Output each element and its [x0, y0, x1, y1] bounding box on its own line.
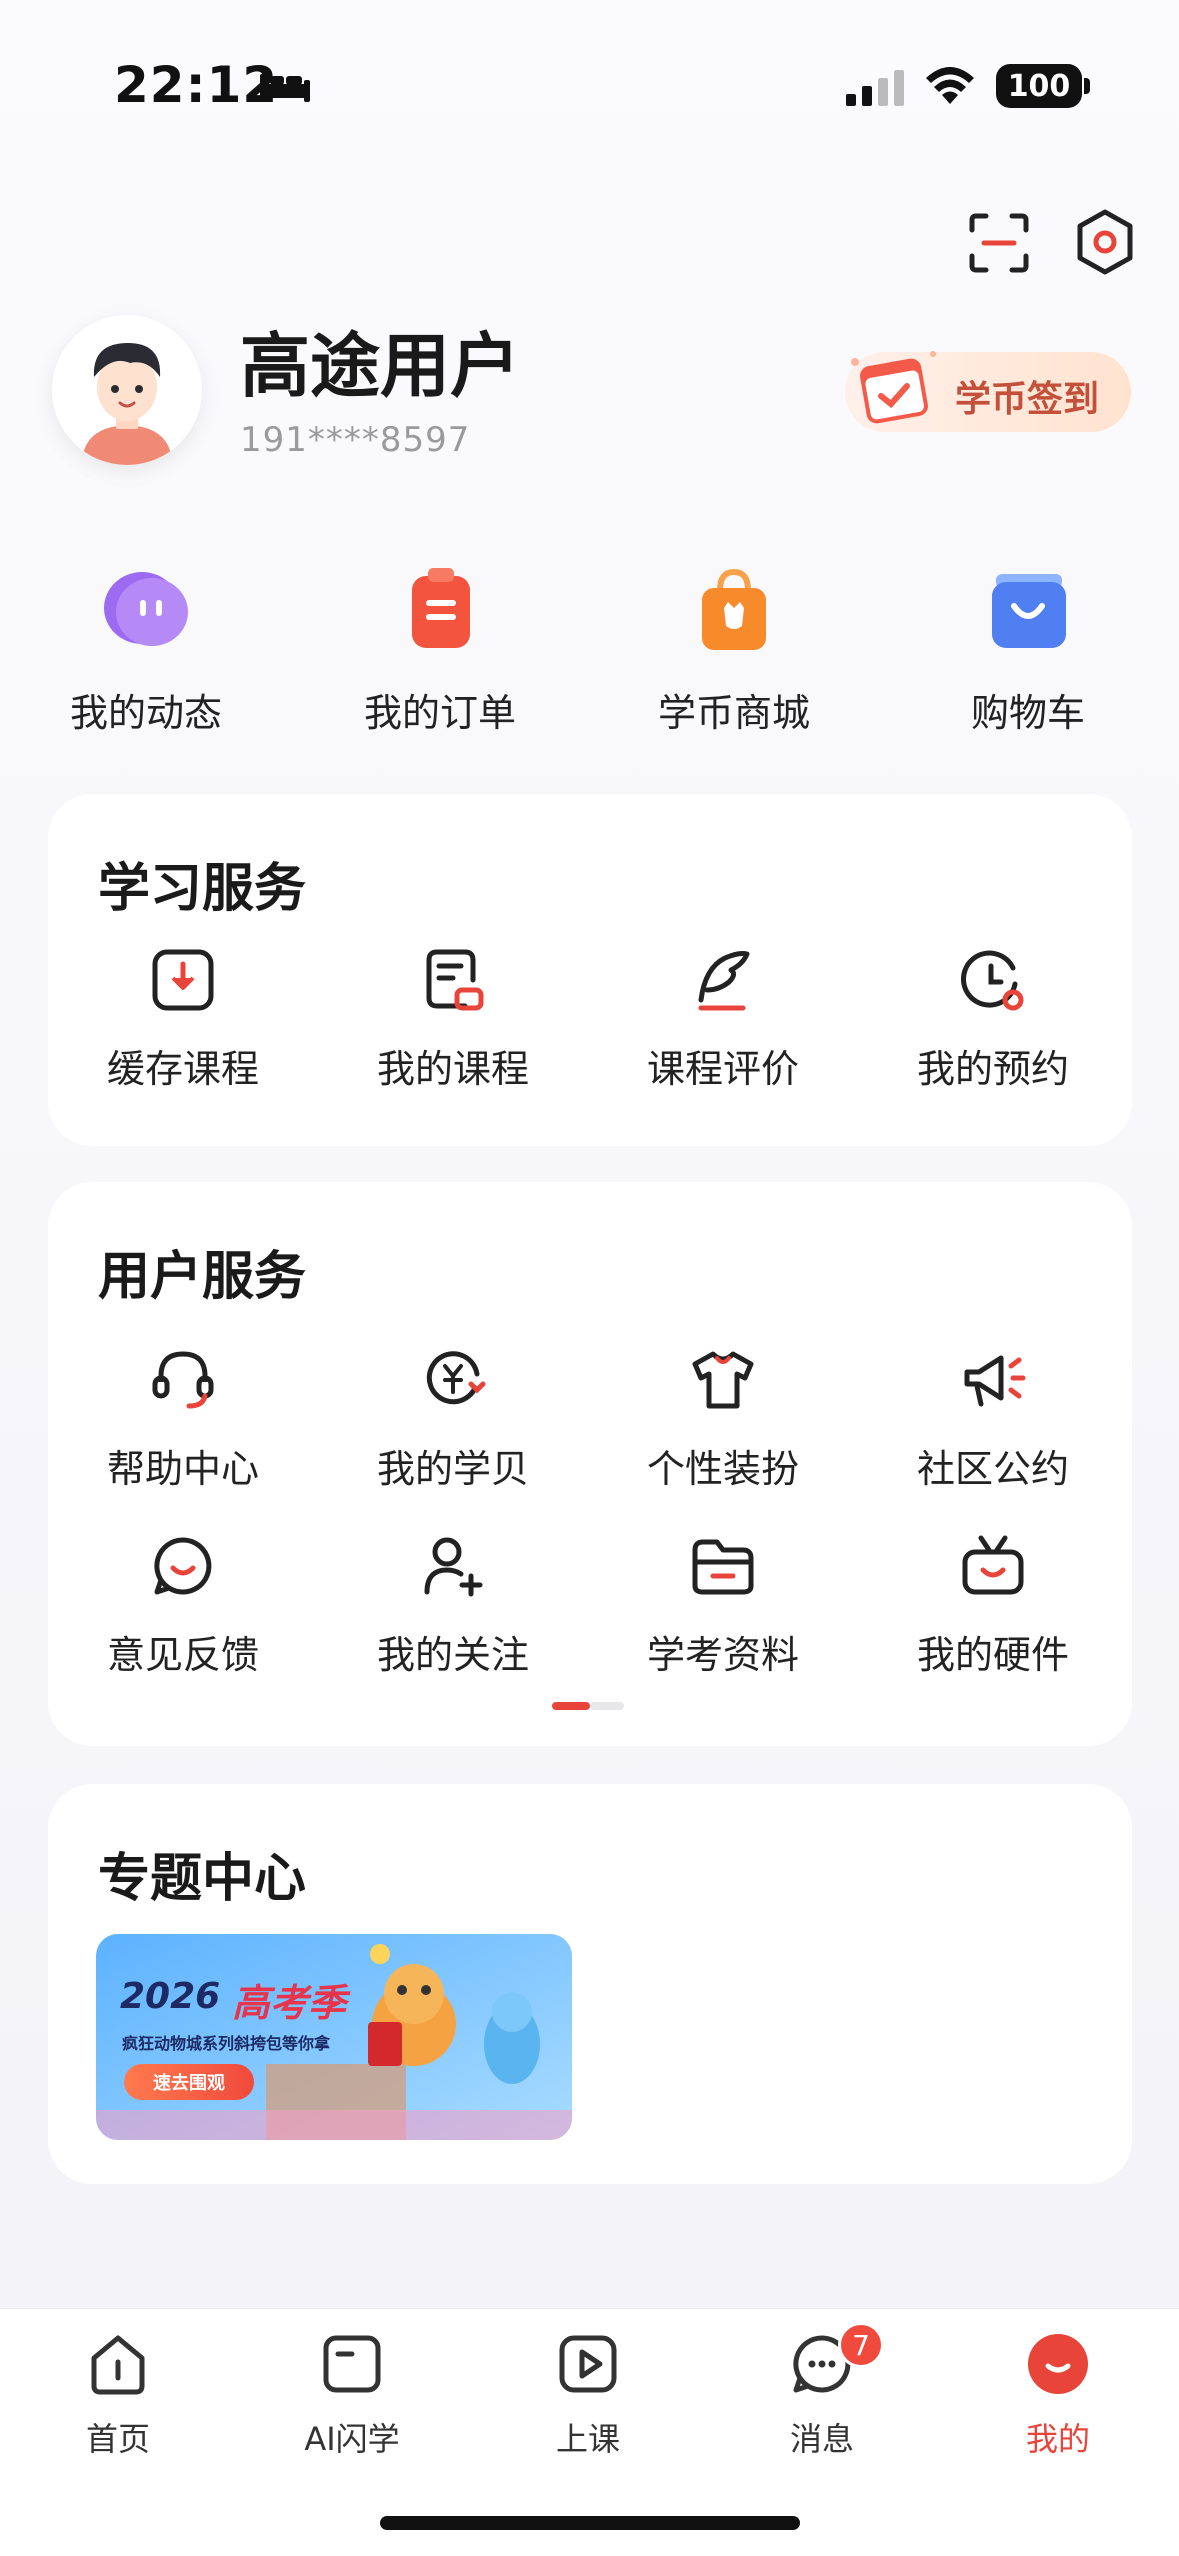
user-item-label: 我的学贝 — [376, 1447, 529, 1491]
banner-year: 2026 — [120, 1976, 221, 2017]
quick-action-label: 我的订单 — [363, 691, 516, 735]
order-clipboard-icon — [412, 568, 470, 648]
user-item-xuebei[interactable]: 我的学贝 — [318, 1344, 588, 1493]
yen-coin-icon — [426, 1351, 486, 1405]
user-plus-icon — [424, 1537, 483, 1597]
banner-cta-button[interactable]: 速去围观 — [124, 2064, 254, 2100]
study-item-cached-courses[interactable]: 缓存课程 — [48, 944, 318, 1093]
user-item-label: 个性装扮 — [646, 1447, 799, 1491]
status-time: 22:12 — [114, 56, 279, 114]
user-item-exam-materials[interactable]: 学考资料 — [588, 1530, 858, 1679]
course-doc-icon — [426, 949, 484, 1011]
headset-icon — [152, 1351, 214, 1409]
study-services-title: 学习服务 — [98, 859, 307, 919]
tab-label: 我的 — [1025, 2420, 1090, 2458]
study-item-label: 我的课程 — [376, 1047, 529, 1091]
settings-gear-icon[interactable] — [1074, 208, 1136, 276]
sleep-focus-icon — [260, 74, 310, 102]
tshirt-icon — [692, 1351, 754, 1409]
clock-icon — [960, 950, 1024, 1011]
tab-label: AI闪学 — [304, 2420, 400, 2458]
gaokao-banner[interactable]: 2026 高考季 疯狂动物城系列斜挎包等你拿 速去围观 — [96, 1934, 572, 2140]
study-item-label: 缓存课程 — [106, 1047, 259, 1091]
username[interactable]: 高途用户 — [240, 310, 520, 411]
quill-icon — [698, 951, 750, 1011]
tv-device-icon — [962, 1535, 1024, 1595]
battery-indicator: 100 — [996, 64, 1082, 108]
tab-ai-learn[interactable]: AI闪学 — [252, 2330, 452, 2460]
user-item-following[interactable]: 我的关注 — [318, 1530, 588, 1679]
megaphone-icon — [964, 1355, 1026, 1407]
user-item-label: 我的关注 — [376, 1633, 529, 1677]
study-services-card: 学习服务 缓存课程 我的课程 课程评价 我的预约 — [48, 794, 1132, 1146]
user-item-community-rules[interactable]: 社区公约 — [858, 1344, 1128, 1493]
user-item-hardware[interactable]: 我的硬件 — [858, 1530, 1128, 1679]
quick-action-cart[interactable]: 购物车 — [918, 560, 1138, 737]
banner-headline: 高考季 — [232, 1981, 347, 2025]
user-item-label: 帮助中心 — [106, 1447, 259, 1491]
feedback-bubble-icon — [154, 1537, 212, 1595]
battery-tip — [1084, 78, 1090, 94]
tab-label: 首页 — [85, 2420, 150, 2458]
download-icon — [152, 949, 214, 1011]
page-indicator-inactive — [590, 1702, 624, 1710]
user-item-label: 社区公约 — [916, 1447, 1069, 1491]
tab-home[interactable]: 首页 — [18, 2330, 218, 2460]
home-indicator[interactable] — [380, 2516, 800, 2530]
tab-label: 上课 — [555, 2420, 620, 2458]
user-item-label: 学考资料 — [646, 1633, 799, 1677]
checkin-label: 学币签到 — [955, 379, 1100, 420]
quick-action-label: 我的动态 — [69, 691, 222, 735]
user-item-label: 意见反馈 — [106, 1633, 259, 1677]
quick-action-label: 学币商城 — [657, 691, 810, 735]
user-item-dress-up[interactable]: 个性装扮 — [588, 1344, 858, 1493]
quick-action-label: 购物车 — [970, 691, 1085, 735]
home-icon — [91, 2335, 145, 2395]
tab-class[interactable]: 上课 — [488, 2330, 688, 2460]
study-item-label: 我的预约 — [916, 1047, 1069, 1091]
study-item-my-courses[interactable]: 我的课程 — [318, 944, 588, 1093]
shopping-bag-icon — [702, 568, 766, 650]
study-item-course-review[interactable]: 课程评价 — [588, 944, 858, 1093]
book-icon — [323, 2335, 381, 2393]
play-icon — [559, 2335, 617, 2393]
message-count-badge: 7 — [838, 2322, 884, 2368]
coin-checkin-button[interactable]: 学币签到 — [845, 351, 1131, 432]
topic-center-title: 专题中心 — [98, 1849, 307, 1909]
profile-face-icon — [1028, 2334, 1088, 2394]
tab-messages[interactable]: 消息 — [722, 2330, 922, 2460]
quick-action-orders[interactable]: 我的订单 — [330, 560, 550, 737]
study-item-appointments[interactable]: 我的预约 — [858, 944, 1128, 1093]
tab-label: 消息 — [789, 2420, 854, 2458]
user-services-card: 用户服务 帮助中心 我的学贝 个性装扮 社区公约 意见反馈 我的关注 学考资料 … — [48, 1182, 1132, 1746]
cart-box-icon — [992, 574, 1066, 648]
user-services-title: 用户服务 — [98, 1247, 307, 1307]
folder-icon — [692, 1539, 754, 1595]
study-item-label: 课程评价 — [646, 1047, 799, 1091]
user-item-label: 我的硬件 — [916, 1633, 1069, 1677]
chat-bubble-icon — [104, 572, 188, 646]
avatar-illustration — [52, 315, 202, 465]
calendar-check-icon — [851, 351, 936, 424]
page-indicator-active — [552, 1702, 590, 1710]
user-item-feedback[interactable]: 意见反馈 — [48, 1530, 318, 1679]
user-item-help-center[interactable]: 帮助中心 — [48, 1344, 318, 1493]
avatar[interactable] — [52, 315, 202, 465]
quick-action-coin-mall[interactable]: 学币商城 — [624, 560, 844, 737]
wifi-icon — [926, 67, 974, 104]
cellular-signal-icon — [846, 70, 904, 106]
tab-mine[interactable]: 我的 — [958, 2330, 1158, 2460]
phone-number: 191****8597 — [240, 420, 471, 460]
quick-action-dynamics[interactable]: 我的动态 — [36, 560, 256, 737]
scan-icon[interactable] — [968, 212, 1030, 274]
banner-subline: 疯狂动物城系列斜挎包等你拿 — [122, 2034, 331, 2053]
